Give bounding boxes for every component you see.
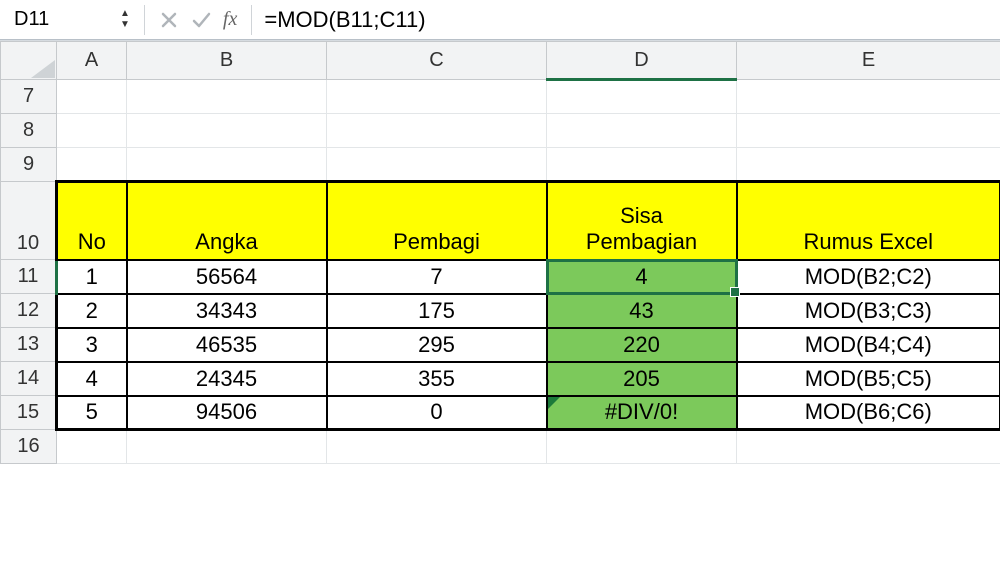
cell-B12[interactable]: 34343 — [127, 294, 327, 328]
col-head-A[interactable]: A — [57, 42, 127, 80]
cell-E8[interactable] — [737, 114, 1000, 148]
formula-confirm-button[interactable] — [187, 6, 215, 34]
check-icon — [190, 9, 212, 31]
col-head-D[interactable]: D — [547, 42, 737, 80]
cell-C13[interactable]: 295 — [327, 328, 547, 362]
cell-B8[interactable] — [127, 114, 327, 148]
cell-E11[interactable]: MOD(B2;C2) — [737, 260, 1000, 294]
row-head-9[interactable]: 9 — [1, 148, 57, 182]
divider — [144, 5, 145, 35]
row-head-16[interactable]: 16 — [1, 430, 57, 464]
cell-B16[interactable] — [127, 430, 327, 464]
row-10: 10 No Angka Pembagi Sisa Pembagian Rumus… — [1, 182, 1000, 260]
stepper-down-icon[interactable]: ▼ — [120, 20, 130, 30]
cell-C8[interactable] — [327, 114, 547, 148]
cell-A11[interactable]: 1 — [57, 260, 127, 294]
divider — [251, 5, 252, 35]
cell-D16[interactable] — [547, 430, 737, 464]
row-14: 14 4 24345 355 205 MOD(B5;C5) — [1, 362, 1000, 396]
row-15: 15 5 94506 0 #DIV/0! MOD(B6;C6) — [1, 396, 1000, 430]
cell-A8[interactable] — [57, 114, 127, 148]
cell-E14[interactable]: MOD(B5;C5) — [737, 362, 1000, 396]
cell-D10[interactable]: Sisa Pembagian — [547, 182, 737, 260]
col-head-C[interactable]: C — [327, 42, 547, 80]
cell-C14[interactable]: 355 — [327, 362, 547, 396]
cell-A9[interactable] — [57, 148, 127, 182]
cell-D14[interactable]: 205 — [547, 362, 737, 396]
cell-A15[interactable]: 5 — [57, 396, 127, 430]
formula-input[interactable] — [262, 0, 994, 39]
cell-B15[interactable]: 94506 — [127, 396, 327, 430]
cell-A10[interactable]: No — [57, 182, 127, 260]
cell-C9[interactable] — [327, 148, 547, 182]
row-16: 16 — [1, 430, 1000, 464]
row-head-8[interactable]: 8 — [1, 114, 57, 148]
cell-E16[interactable] — [737, 430, 1000, 464]
cell-B11[interactable]: 56564 — [127, 260, 327, 294]
grid-table: A B C D E 7 8 9 — [0, 41, 1000, 464]
row-9: 9 — [1, 148, 1000, 182]
cell-E15[interactable]: MOD(B6;C6) — [737, 396, 1000, 430]
cell-A7[interactable] — [57, 80, 127, 114]
row-head-7[interactable]: 7 — [1, 80, 57, 114]
header-sisa-line2: Pembagian — [552, 229, 732, 255]
cell-D13[interactable]: 220 — [547, 328, 737, 362]
cell-A12[interactable]: 2 — [57, 294, 127, 328]
cell-E13[interactable]: MOD(B4;C4) — [737, 328, 1000, 362]
spreadsheet-grid[interactable]: A B C D E 7 8 9 — [0, 40, 1000, 464]
header-sisa-line1: Sisa — [552, 203, 732, 229]
cell-A16[interactable] — [57, 430, 127, 464]
cell-E9[interactable] — [737, 148, 1000, 182]
cell-B13[interactable]: 46535 — [127, 328, 327, 362]
cell-C11[interactable]: 7 — [327, 260, 547, 294]
select-all-corner[interactable] — [1, 42, 57, 80]
col-head-E[interactable]: E — [737, 42, 1000, 80]
name-box-stepper[interactable]: ▲ ▼ — [120, 6, 134, 34]
cell-D8[interactable] — [547, 114, 737, 148]
cell-D9[interactable] — [547, 148, 737, 182]
cell-C10[interactable]: Pembagi — [327, 182, 547, 260]
row-11: 11 1 56564 7 4 MOD(B2;C2) — [1, 260, 1000, 294]
formula-cancel-button[interactable] — [155, 6, 183, 34]
cell-D12[interactable]: 43 — [547, 294, 737, 328]
row-head-13[interactable]: 13 — [1, 328, 57, 362]
cell-A14[interactable]: 4 — [57, 362, 127, 396]
row-13: 13 3 46535 295 220 MOD(B4;C4) — [1, 328, 1000, 362]
row-head-14[interactable]: 14 — [1, 362, 57, 396]
row-head-15[interactable]: 15 — [1, 396, 57, 430]
cell-C16[interactable] — [327, 430, 547, 464]
row-8: 8 — [1, 114, 1000, 148]
cell-B10[interactable]: Angka — [127, 182, 327, 260]
cell-B9[interactable] — [127, 148, 327, 182]
row-12: 12 2 34343 175 43 MOD(B3;C3) — [1, 294, 1000, 328]
cell-D15[interactable]: #DIV/0! — [547, 396, 737, 430]
name-box[interactable]: D11 — [6, 4, 116, 36]
cell-C12[interactable]: 175 — [327, 294, 547, 328]
cell-B14[interactable]: 24345 — [127, 362, 327, 396]
cell-D7[interactable] — [547, 80, 737, 114]
cell-B7[interactable] — [127, 80, 327, 114]
stepper-up-icon[interactable]: ▲ — [120, 9, 130, 19]
row-7: 7 — [1, 80, 1000, 114]
row-head-12[interactable]: 12 — [1, 294, 57, 328]
cell-D11[interactable]: 4 — [547, 260, 737, 294]
cell-A13[interactable]: 3 — [57, 328, 127, 362]
row-head-10[interactable]: 10 — [1, 182, 57, 260]
formula-bar: D11 ▲ ▼ fx — [0, 0, 1000, 40]
cell-C15[interactable]: 0 — [327, 396, 547, 430]
column-header-row: A B C D E — [1, 42, 1000, 80]
cell-C7[interactable] — [327, 80, 547, 114]
cell-E7[interactable] — [737, 80, 1000, 114]
cell-E12[interactable]: MOD(B3;C3) — [737, 294, 1000, 328]
fx-label[interactable]: fx — [219, 8, 241, 31]
row-head-11[interactable]: 11 — [1, 260, 57, 294]
col-head-B[interactable]: B — [127, 42, 327, 80]
cell-E10[interactable]: Rumus Excel — [737, 182, 1000, 260]
close-icon — [159, 10, 179, 30]
